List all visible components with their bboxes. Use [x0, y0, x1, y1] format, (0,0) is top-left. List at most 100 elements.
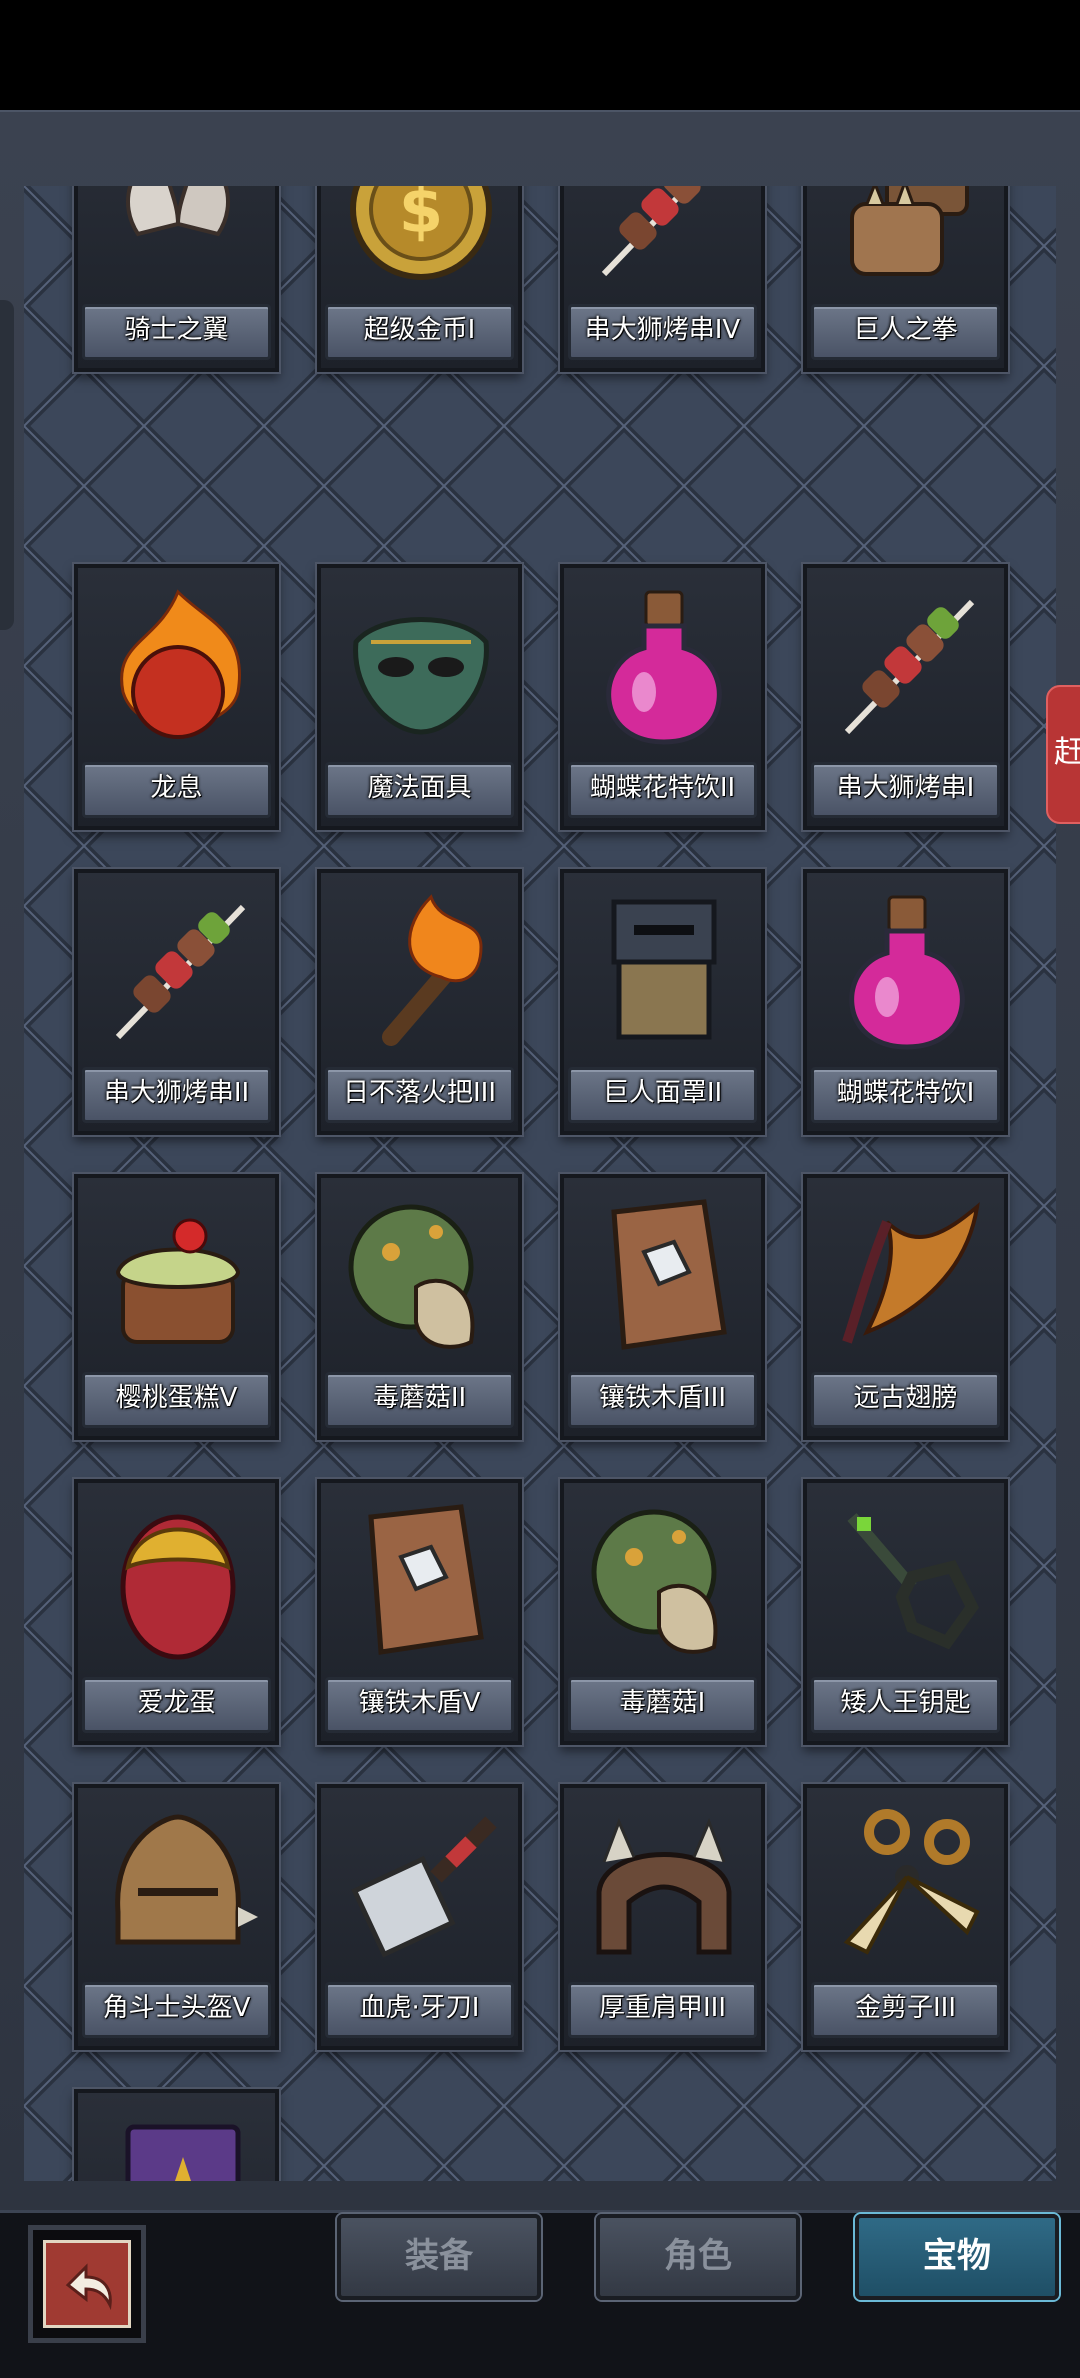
side-tab[interactable]: 赶	[1046, 685, 1080, 824]
tab-character[interactable]: 角色	[596, 2214, 800, 2300]
treasure-item[interactable]	[74, 2089, 279, 2181]
treasure-item[interactable]: 远古翅膀	[803, 1174, 1008, 1440]
treasure-card: 毒蘑菇I	[560, 1479, 765, 1745]
treasure-card: 串大狮烤串I	[803, 564, 1008, 830]
treasure-item[interactable]: 樱桃蛋糕V	[74, 1174, 279, 1440]
giant-visor-icon	[611, 899, 717, 1040]
wooden-shield-icon	[368, 1504, 484, 1655]
golden-scissors-icon	[843, 1809, 980, 1955]
poison-mushroom-icon	[348, 1204, 475, 1349]
treasure-item[interactable]: 日不落火把III	[317, 869, 522, 1135]
side-tab-glyph: 赶	[1054, 735, 1080, 770]
treasure-card: 金剪子III	[803, 1784, 1008, 2050]
treasure-item-label: 骑士之翼	[82, 304, 271, 360]
wings-icon	[126, 186, 230, 237]
potion-icon	[606, 590, 722, 745]
wooden-shield-icon	[611, 1199, 727, 1350]
treasure-item[interactable]: 厚重肩甲III	[560, 1784, 765, 2050]
skewer-icon	[115, 904, 246, 1040]
treasure-item[interactable]: 魔法面具	[317, 564, 522, 830]
treasure-item[interactable]: 血虎·牙刀I	[317, 1784, 522, 2050]
shoulder-armor-icon	[596, 1817, 732, 1955]
treasure-item-label: 日不落火把III	[325, 1067, 514, 1123]
treasure-item-label: 金剪子III	[811, 1982, 1000, 2038]
treasure-item[interactable]: 毒蘑菇II	[317, 1174, 522, 1440]
treasure-item[interactable]: 金剪子III	[803, 1784, 1008, 2050]
treasure-item[interactable]: 镶铁木盾V	[317, 1479, 522, 1745]
treasure-item[interactable]: 巨人之拳	[803, 186, 1008, 452]
treasure-item[interactable]: 角斗士头盔V	[74, 1784, 279, 2050]
treasure-item-label: 厚重肩甲III	[568, 1982, 757, 2038]
treasure-card: 蝴蝶花特饮II	[560, 564, 765, 830]
treasure-item-label: 蝴蝶花特饮I	[811, 1067, 1000, 1123]
treasure-card: 远古翅膀	[803, 1174, 1008, 1440]
treasure-card: 爱龙蛋	[74, 1479, 279, 1745]
treasure-item[interactable]: 毒蘑菇I	[560, 1479, 765, 1745]
treasure-card: 蝴蝶花特饮I	[803, 869, 1008, 1135]
ancient-wing-icon	[842, 1202, 980, 1344]
treasure-item-label: 远古翅膀	[811, 1372, 1000, 1428]
treasure-card: 樱桃蛋糕V	[74, 1174, 279, 1440]
treasure-item-label: 超级金币I	[325, 304, 514, 360]
treasure-item-label: 血虎·牙刀I	[325, 1982, 514, 2038]
treasure-item-label: 串大狮烤串II	[82, 1067, 271, 1123]
treasure-item[interactable]: 爱龙蛋	[74, 1479, 279, 1745]
flaming-heart-icon	[120, 589, 241, 739]
treasure-item-label: 巨人面罩II	[568, 1067, 757, 1123]
treasure-card: 串大狮烤串II	[74, 869, 279, 1135]
treasure-card: 巨人之拳	[803, 186, 1008, 372]
treasure-item-label: 魔法面具	[325, 762, 514, 818]
treasure-card: 魔法面具	[317, 564, 522, 830]
potion-icon	[849, 895, 965, 1050]
dwarf-key-icon	[847, 1513, 979, 1650]
treasure-item[interactable]: 巨人面罩II	[560, 869, 765, 1135]
treasure-item-label: 毒蘑菇I	[568, 1677, 757, 1733]
treasure-item-label: 矮人王钥匙	[811, 1677, 1000, 1733]
treasure-card	[74, 2089, 279, 2181]
treasure-card: 龙息	[74, 564, 279, 830]
treasure-item[interactable]: 龙息	[74, 564, 279, 830]
treasure-item-label: 樱桃蛋糕V	[82, 1372, 271, 1428]
cherry-cake-icon	[115, 1218, 241, 1344]
treasure-card: 骑士之翼	[74, 186, 279, 372]
item-grid: 骑士之翼 $ 超级金币I 串大狮烤串IV 巨人之拳龙息 魔法面具 蝴蝶花特饮II 串大狮烤串I…	[74, 186, 1008, 2181]
treasure-card: 镶铁木盾V	[317, 1479, 522, 1745]
tab-treasure[interactable]: 宝物	[855, 2214, 1059, 2300]
treasure-card: 血虎·牙刀I	[317, 1784, 522, 2050]
treasure-item[interactable]: 串大狮烤串IV	[560, 186, 765, 452]
treasure-item[interactable]: 镶铁木盾III	[560, 1174, 765, 1440]
treasure-card: $ 超级金币I	[317, 186, 522, 372]
treasure-item-label: 巨人之拳	[811, 304, 1000, 360]
item-grid-container[interactable]: 骑士之翼 $ 超级金币I 串大狮烤串IV 巨人之拳龙息 魔法面具 蝴蝶花特饮II 串大狮烤串I…	[24, 186, 1056, 2181]
treasure-card: 角斗士头盔V	[74, 1784, 279, 2050]
skewer-icon	[601, 186, 701, 277]
treasure-item[interactable]: 串大狮烤串I	[803, 564, 1008, 830]
treasure-item-label: 串大狮烤串IV	[568, 304, 757, 360]
treasure-item-label: 毒蘑菇II	[325, 1372, 514, 1428]
treasure-item[interactable]: 蝴蝶花特饮II	[560, 564, 765, 830]
treasure-card: 厚重肩甲III	[560, 1784, 765, 2050]
drawer-handle[interactable]	[0, 300, 14, 630]
back-button-face	[43, 2240, 131, 2328]
treasure-item-label: 角斗士头盔V	[82, 1982, 271, 2038]
treasure-item-label: 串大狮烤串I	[811, 762, 1000, 818]
treasure-item[interactable]: 串大狮烤串II	[74, 869, 279, 1135]
treasure-item[interactable]: 骑士之翼	[74, 186, 279, 452]
treasure-card: 矮人王钥匙	[803, 1479, 1008, 1745]
treasure-card: 镶铁木盾III	[560, 1174, 765, 1440]
treasure-card: 串大狮烤串IV	[560, 186, 765, 372]
treasure-item[interactable]: 蝴蝶花特饮I	[803, 869, 1008, 1135]
treasure-item[interactable]: $ 超级金币I	[317, 186, 522, 452]
giant-fist-icon	[850, 186, 969, 276]
back-arrow-icon	[65, 2263, 112, 2311]
tab-equipment[interactable]: 装备	[337, 2214, 541, 2300]
cleaver-icon	[351, 1816, 497, 1958]
treasure-item[interactable]: 矮人王钥匙	[803, 1479, 1008, 1745]
treasure-item-label: 龙息	[82, 762, 271, 818]
treasure-item-label: 蝴蝶花特饮II	[568, 762, 757, 818]
treasure-card: 巨人面罩II	[560, 869, 765, 1135]
treasure-card: 毒蘑菇II	[317, 1174, 522, 1440]
torch-icon	[382, 894, 483, 1046]
treasure-card: 日不落火把III	[317, 869, 522, 1135]
back-button[interactable]	[28, 2225, 146, 2343]
